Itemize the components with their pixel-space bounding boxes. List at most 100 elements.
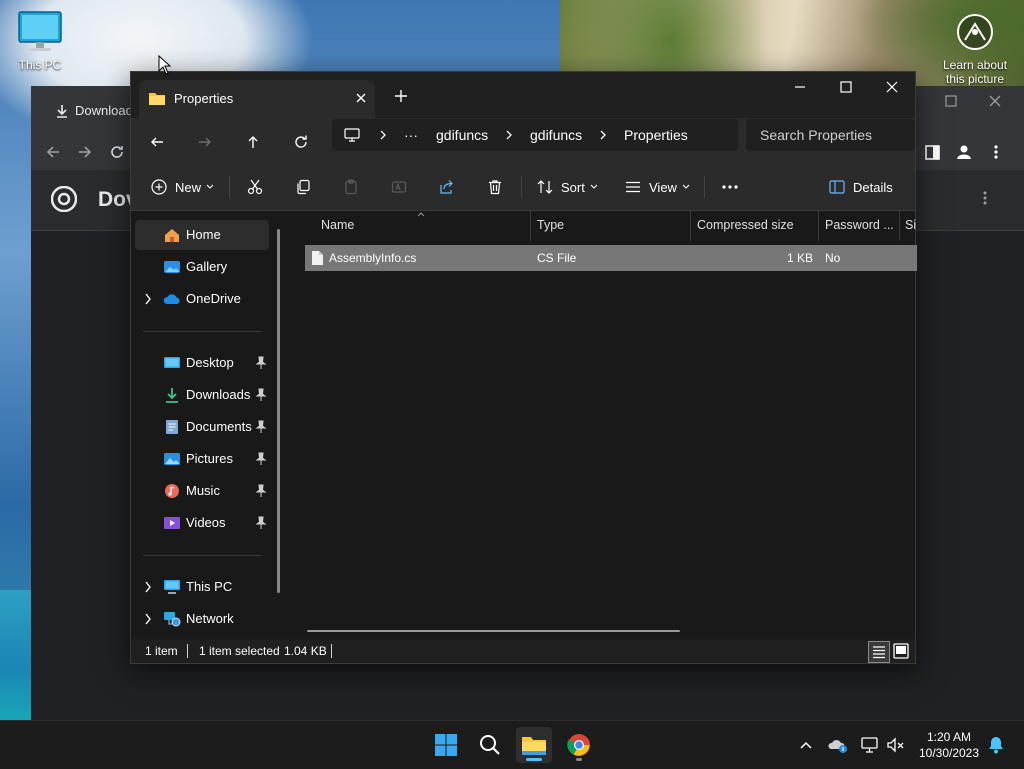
large-icons-view-button[interactable] — [891, 641, 911, 661]
paste-button[interactable] — [343, 172, 359, 202]
more-button[interactable] — [721, 172, 739, 202]
download-icon — [57, 105, 67, 118]
search-button[interactable] — [472, 727, 508, 763]
chevron-right-icon[interactable] — [143, 613, 153, 625]
maximize-icon[interactable] — [945, 95, 957, 107]
sidebar-item-label: Home — [186, 227, 221, 242]
sidebar-item-network[interactable]: Network — [135, 604, 269, 634]
new-tab-button[interactable] — [389, 84, 413, 108]
column-header-type[interactable]: Type — [537, 218, 564, 232]
file-explorer-taskbar-button[interactable] — [516, 727, 552, 763]
breadcrumb-gdifuncs-1[interactable]: gdifuncs — [436, 127, 488, 143]
delete-button[interactable] — [487, 172, 503, 202]
column-separator[interactable] — [530, 211, 531, 241]
navigation-scrollbar[interactable] — [277, 229, 280, 593]
system-clock[interactable]: 1:20 AM 10/30/2023 — [908, 729, 990, 761]
view-button[interactable]: View — [625, 172, 690, 202]
column-separator[interactable] — [899, 211, 900, 241]
pin-icon[interactable] — [255, 484, 267, 498]
details-button[interactable]: Details — [829, 172, 893, 202]
close-button[interactable] — [869, 72, 915, 102]
details-view-button[interactable] — [868, 641, 890, 663]
new-button[interactable]: New — [151, 172, 214, 202]
tab-close-button[interactable] — [351, 88, 371, 108]
rename-button[interactable] — [391, 172, 407, 202]
desktop-icon-label: This PC — [18, 58, 62, 72]
chevron-right-icon[interactable] — [143, 293, 153, 305]
navigation-pane: Home Gallery OneDrive Desktop Downloads … — [131, 211, 289, 639]
back-button[interactable] — [143, 128, 171, 156]
sidebar-item-home[interactable]: Home — [135, 220, 269, 250]
sort-button[interactable]: Sort — [537, 172, 598, 202]
up-button[interactable] — [239, 128, 267, 156]
pin-icon[interactable] — [255, 516, 267, 530]
horizontal-scrollbar[interactable] — [307, 630, 680, 632]
desktop-icon-this-pc[interactable]: This PC — [14, 10, 66, 72]
chevron-right-icon[interactable] — [143, 581, 153, 593]
column-separator[interactable] — [690, 211, 691, 241]
plus-icon — [395, 90, 407, 102]
sidebar-item-onedrive[interactable]: OneDrive — [135, 284, 269, 314]
explorer-tab[interactable]: Properties — [139, 80, 375, 118]
learn-about-picture[interactable]: Learn about this picture — [936, 12, 1014, 86]
column-header-size[interactable]: Si — [905, 218, 916, 232]
column-header-compressed-size[interactable]: Compressed size — [697, 218, 794, 232]
table-row[interactable]: AssemblyInfo.cs CS File 1 KB No — [305, 245, 917, 271]
refresh-button[interactable] — [287, 128, 315, 156]
browser-tab[interactable]: Download — [41, 96, 141, 124]
sidebar-item-pictures[interactable]: Pictures — [135, 444, 269, 474]
onedrive-status-icon[interactable] — [828, 735, 848, 755]
forward-arrow-icon — [199, 137, 211, 147]
sidebar-item-this-pc[interactable]: This PC — [135, 572, 269, 602]
menu-icon[interactable] — [991, 144, 1001, 160]
search-icon — [480, 735, 500, 755]
file-compressed-size: 1 KB — [787, 251, 814, 265]
share-icon — [440, 180, 453, 194]
sidepanel-icon[interactable] — [925, 145, 940, 160]
pin-icon[interactable] — [255, 388, 267, 402]
file-name: AssemblyInfo.cs — [329, 251, 417, 265]
copy-button[interactable] — [295, 172, 311, 202]
command-separator — [704, 176, 705, 198]
learn-about-picture-label: Learn about this picture — [942, 58, 1008, 86]
sidebar-item-gallery[interactable]: Gallery — [135, 252, 269, 282]
close-icon[interactable] — [989, 95, 1001, 107]
profile-icon[interactable] — [956, 144, 972, 160]
minimize-button[interactable] — [777, 72, 823, 102]
chrome-taskbar-button[interactable] — [561, 727, 597, 763]
sidebar-item-desktop[interactable]: Desktop — [135, 348, 269, 378]
pin-icon[interactable] — [255, 420, 267, 434]
address-bar[interactable]: ··· gdifuncs gdifuncs Properties — [332, 119, 738, 151]
selection-size: 1.04 KB — [284, 644, 327, 658]
start-button[interactable] — [428, 727, 464, 763]
volume-muted-icon[interactable] — [886, 735, 906, 755]
pin-icon[interactable] — [255, 452, 267, 466]
more-options-icon[interactable] — [981, 190, 989, 206]
display-icon[interactable] — [860, 735, 880, 755]
column-header-password[interactable]: Password ... — [825, 218, 894, 232]
pin-icon[interactable] — [255, 356, 267, 370]
back-arrow-icon[interactable] — [45, 144, 61, 160]
cut-button[interactable] — [247, 172, 263, 202]
refresh-icon — [295, 135, 307, 148]
notification-bell-icon[interactable] — [986, 735, 1006, 755]
breadcrumb-overflow[interactable]: ··· — [404, 127, 418, 143]
sidebar-item-videos[interactable]: Videos — [135, 508, 269, 538]
share-button[interactable] — [439, 172, 455, 202]
breadcrumb-gdifuncs-2[interactable]: gdifuncs — [530, 127, 582, 143]
column-header-name[interactable]: Name — [321, 218, 354, 232]
back-arrow-icon — [151, 137, 163, 147]
forward-arrow-icon[interactable] — [77, 144, 93, 160]
search-box[interactable]: Search Properties — [746, 119, 915, 151]
chevron-down-icon — [682, 184, 690, 189]
maximize-button[interactable] — [823, 72, 869, 102]
breadcrumb-properties[interactable]: Properties — [624, 127, 688, 143]
sidebar-item-music[interactable]: Music — [135, 476, 269, 506]
sidebar-item-documents[interactable]: Documents — [135, 412, 269, 442]
chevron-up-icon[interactable] — [796, 735, 816, 755]
minimize-icon — [795, 86, 805, 88]
sidebar-item-downloads[interactable]: Downloads — [135, 380, 269, 410]
refresh-icon[interactable] — [109, 144, 125, 160]
forward-button[interactable] — [191, 128, 219, 156]
column-separator[interactable] — [818, 211, 819, 241]
